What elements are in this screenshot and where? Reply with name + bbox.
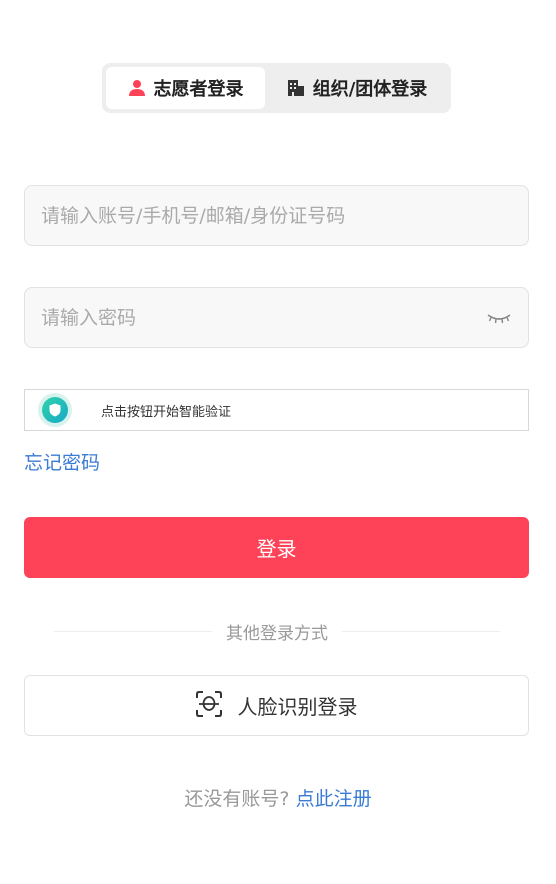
tab-organization-login[interactable]: 组织/团体登录 [267,67,447,109]
tab-organization-label: 组织/团体登录 [312,79,428,100]
person-icon [128,79,146,97]
face-login-label: 人脸识别登录 [237,695,358,719]
login-page: 志愿者登录 组织/团体登录 请输入账号/手机号/邮箱/身份证号码 点击按钮开始智… [0,0,556,884]
divider-line-left [54,630,212,632]
smart-captcha-button[interactable]: 点击按钮开始智能验证 [24,389,529,431]
tab-volunteer-login[interactable]: 志愿者登录 [106,67,266,109]
captcha-label: 点击按钮开始智能验证 [101,404,232,420]
password-field [24,287,529,348]
divider-line-right [342,630,500,632]
forgot-password-link[interactable]: 忘记密码 [24,448,100,475]
other-methods-label: 其他登录方式 [226,623,328,644]
eye-closed-icon[interactable] [486,311,512,325]
tab-volunteer-label: 志愿者登录 [153,79,244,100]
shield-icon [38,393,72,427]
account-input[interactable] [41,204,512,227]
login-button[interactable]: 登录 [24,517,529,578]
register-prompt: 还没有账号? 点此注册 [0,784,556,811]
login-type-tabs: 志愿者登录 组织/团体登录 [102,63,451,113]
building-icon [287,79,305,97]
face-login-button[interactable]: 人脸识别登录 [24,675,529,736]
account-field [24,185,529,246]
face-scan-icon [195,690,222,721]
register-link[interactable]: 点此注册 [296,788,372,810]
other-methods-divider: 其他登录方式 [54,620,500,644]
register-prompt-text: 还没有账号? [184,788,290,810]
password-input[interactable] [41,306,486,329]
